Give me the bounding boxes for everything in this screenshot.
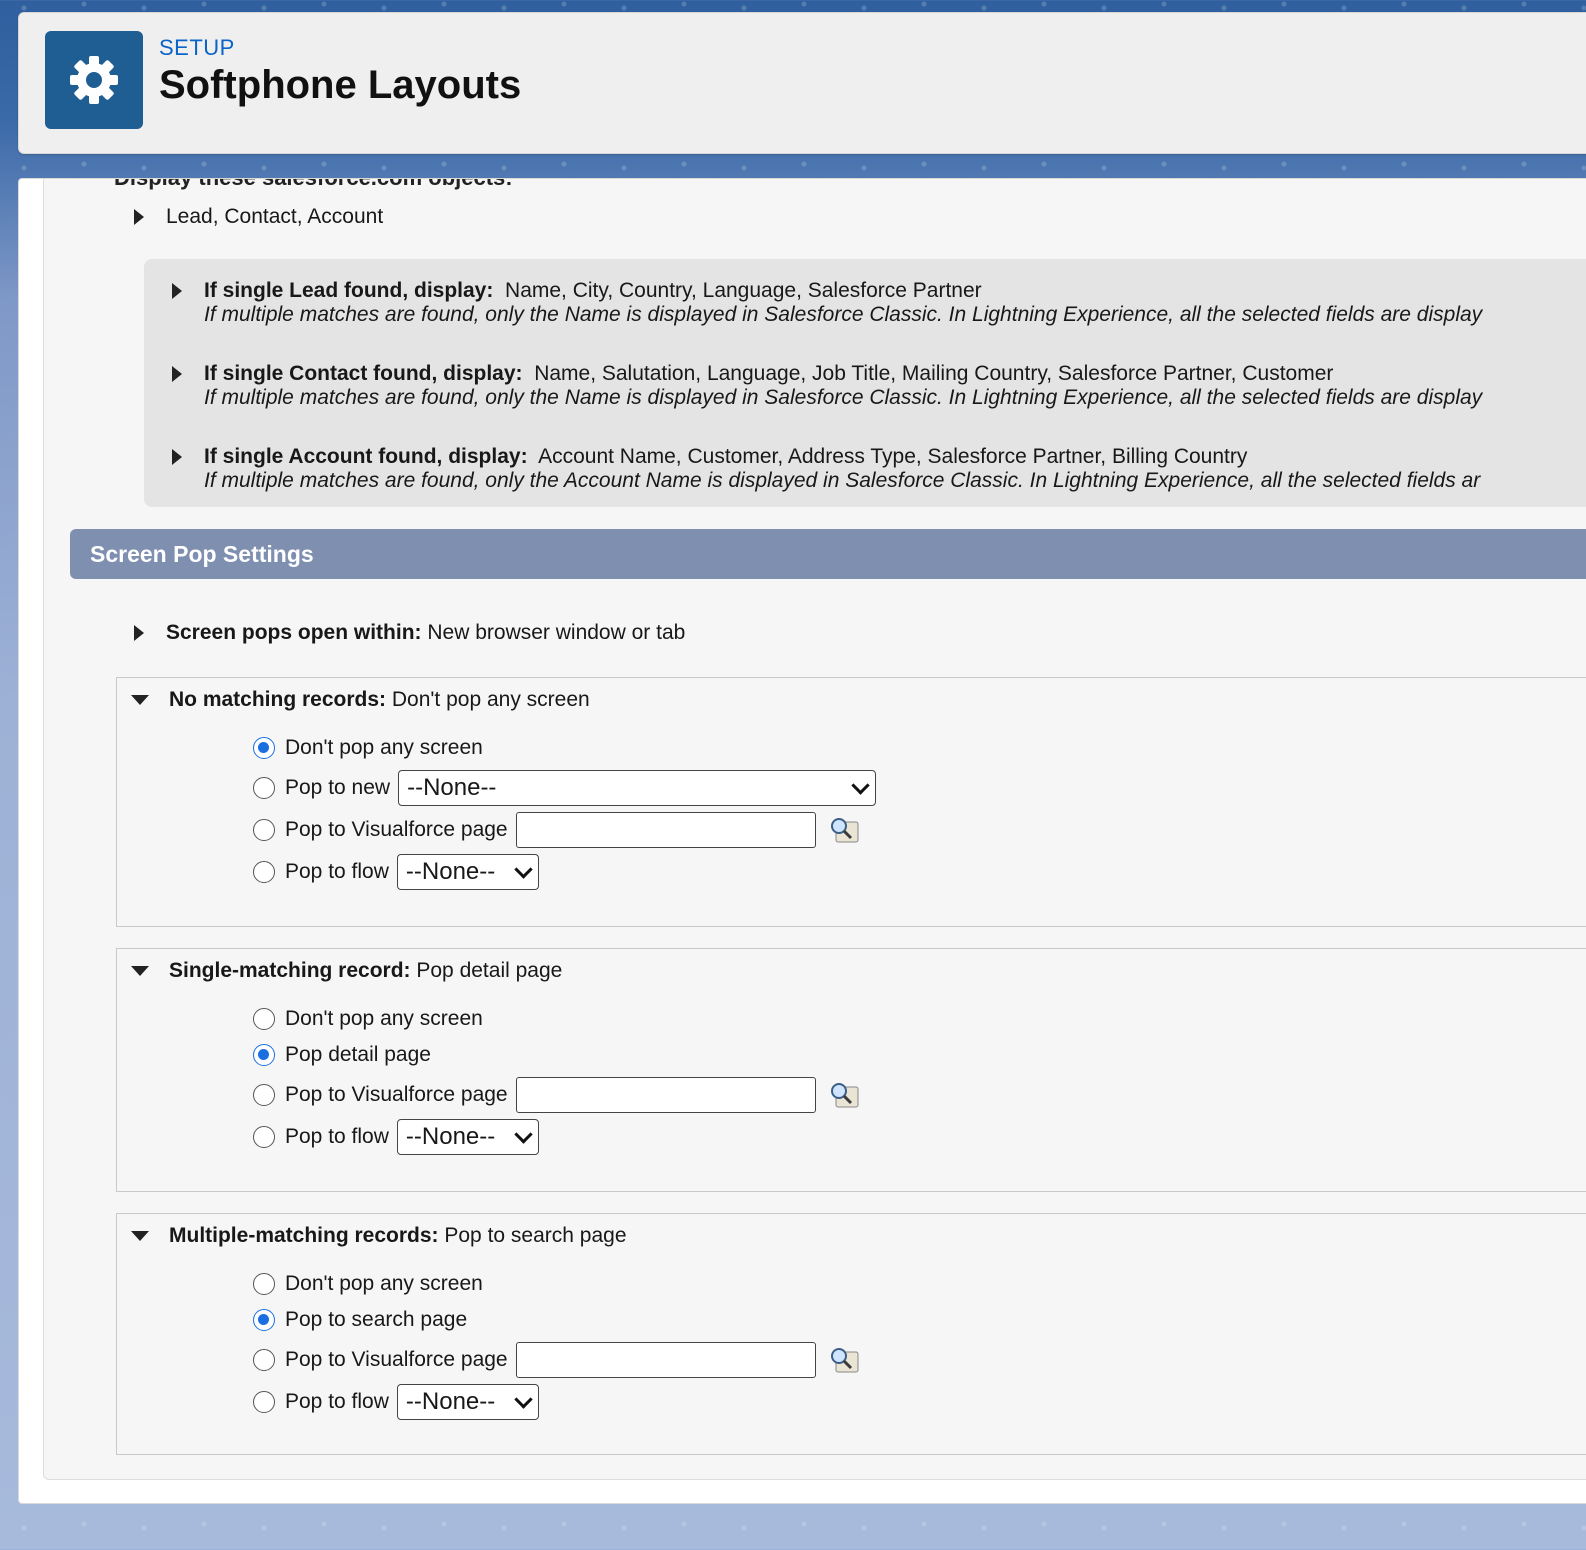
option-pop-to-flow[interactable]: Pop to flow --None-- <box>253 1119 539 1155</box>
screen-pops-open-within-row[interactable]: Screen pops open within: New browser win… <box>134 621 685 645</box>
visualforce-page-input[interactable] <box>515 812 816 848</box>
expand-arrow-icon[interactable] <box>172 366 182 382</box>
radio-pop-to-flow[interactable] <box>253 1391 275 1413</box>
gear-icon <box>45 31 143 129</box>
no-matching-records-box: No matching records: Don't pop any scree… <box>116 677 1586 927</box>
contact-found-fields: Name, Salutation, Language, Job Title, M… <box>534 362 1334 385</box>
pop-to-flow-select[interactable]: --None-- <box>396 1119 539 1155</box>
objects-row[interactable]: Lead, Contact, Account <box>134 205 383 229</box>
radio-pop-to-visualforce[interactable] <box>253 819 275 841</box>
account-found-label: If single Account found, display: <box>204 445 528 468</box>
option-label: Pop to flow <box>285 1125 389 1148</box>
visualforce-page-input[interactable] <box>515 1342 816 1378</box>
select-value: --None-- <box>405 1388 496 1415</box>
screen-pop-settings-header: Screen Pop Settings <box>70 529 1586 579</box>
page-title: Softphone Layouts <box>159 63 522 107</box>
pop-to-flow-select[interactable]: --None-- <box>396 854 539 890</box>
chevron-down-icon <box>514 1124 533 1144</box>
expand-arrow-icon[interactable] <box>172 449 182 465</box>
option-pop-to-flow[interactable]: Pop to flow --None-- <box>253 1384 539 1420</box>
radio-pop-to-search-page[interactable] <box>253 1309 275 1331</box>
chevron-down-icon <box>514 859 533 879</box>
no-matching-value: Don't pop any screen <box>391 688 590 711</box>
radio-pop-to-visualforce[interactable] <box>253 1349 275 1371</box>
chevron-down-icon <box>851 775 870 795</box>
option-pop-to-visualforce[interactable]: Pop to Visualforce page <box>253 1077 859 1113</box>
no-matching-records-heading[interactable]: No matching records: Don't pop any scree… <box>131 688 590 712</box>
option-label: Pop to flow <box>285 1390 389 1413</box>
select-value: --None-- <box>405 858 496 885</box>
lead-found-fields: Name, City, Country, Language, Salesforc… <box>505 279 982 302</box>
radio-pop-to-flow[interactable] <box>253 861 275 883</box>
option-label: Don't pop any screen <box>285 736 483 759</box>
contact-found-label: If single Contact found, display: <box>204 362 523 385</box>
pop-to-new-select[interactable]: --None-- <box>398 770 877 806</box>
display-objects-heading: Display these salesforce.com objects: <box>114 179 513 191</box>
multiple-matching-label: Multiple-matching records: <box>169 1224 439 1247</box>
single-matching-label: Single-matching record: <box>169 959 411 982</box>
collapse-arrow-icon[interactable] <box>131 1231 149 1241</box>
open-within-value: New browser window or tab <box>427 621 686 644</box>
option-pop-detail-page[interactable]: Pop detail page <box>253 1043 431 1067</box>
radio-dont-pop[interactable] <box>253 1008 275 1030</box>
option-label: Pop to Visualforce page <box>285 1083 508 1106</box>
radio-dont-pop[interactable] <box>253 737 275 759</box>
expand-arrow-icon[interactable] <box>134 625 144 641</box>
single-matching-record-box: Single-matching record: Pop detail page … <box>116 948 1586 1192</box>
option-dont-pop[interactable]: Don't pop any screen <box>253 736 483 760</box>
collapse-arrow-icon[interactable] <box>131 695 149 705</box>
option-dont-pop[interactable]: Don't pop any screen <box>253 1007 483 1031</box>
option-pop-to-new[interactable]: Pop to new --None-- <box>253 770 877 806</box>
lookup-icon[interactable] <box>828 816 859 844</box>
account-found-fields: Account Name, Customer, Address Type, Sa… <box>538 445 1248 468</box>
option-label: Pop to Visualforce page <box>285 1348 508 1371</box>
radio-pop-detail-page[interactable] <box>253 1044 275 1066</box>
lead-found-label: If single Lead found, display: <box>204 279 494 302</box>
lookup-icon[interactable] <box>828 1081 859 1109</box>
option-pop-to-visualforce[interactable]: Pop to Visualforce page <box>253 1342 859 1378</box>
breadcrumb-setup[interactable]: SETUP <box>159 35 235 61</box>
open-within-label: Screen pops open within: <box>166 621 422 644</box>
lookup-icon[interactable] <box>828 1346 859 1374</box>
pop-to-flow-select[interactable]: --None-- <box>396 1384 539 1420</box>
no-matching-label: No matching records: <box>169 688 387 711</box>
select-value: --None-- <box>407 774 497 801</box>
single-matching-record-heading[interactable]: Single-matching record: Pop detail page <box>131 959 562 983</box>
option-label: Don't pop any screen <box>285 1007 483 1030</box>
account-found-note: If multiple matches are found, only the … <box>204 469 1481 492</box>
select-value: --None-- <box>405 1123 496 1150</box>
option-pop-to-flow[interactable]: Pop to flow --None-- <box>253 854 539 890</box>
contact-found-note: If multiple matches are found, only the … <box>204 386 1483 409</box>
multiple-matching-value: Pop to search page <box>444 1224 627 1247</box>
single-matching-value: Pop detail page <box>416 959 563 982</box>
lead-found-note: If multiple matches are found, only the … <box>204 303 1483 326</box>
objects-label: Lead, Contact, Account <box>166 205 384 228</box>
softphone-layout-panel: Display these salesforce.com objects: Le… <box>43 179 1586 1480</box>
radio-pop-to-flow[interactable] <box>253 1126 275 1148</box>
radio-pop-to-new[interactable] <box>253 777 275 799</box>
option-label: Pop to search page <box>285 1308 468 1331</box>
collapse-arrow-icon[interactable] <box>131 966 149 976</box>
page-header: SETUP Softphone Layouts <box>18 12 1586 154</box>
radio-dont-pop[interactable] <box>253 1273 275 1295</box>
option-label: Pop to flow <box>285 860 389 883</box>
option-dont-pop[interactable]: Don't pop any screen <box>253 1272 483 1296</box>
visualforce-page-input[interactable] <box>515 1077 816 1113</box>
found-settings-box: If single Lead found, display: Name, Cit… <box>144 259 1586 507</box>
expand-arrow-icon[interactable] <box>134 209 144 225</box>
option-label: Pop to new <box>285 776 391 799</box>
content-card: Display these salesforce.com objects: Le… <box>18 178 1586 1504</box>
option-label: Don't pop any screen <box>285 1272 483 1295</box>
multiple-matching-records-box: Multiple-matching records: Pop to search… <box>116 1213 1586 1455</box>
option-pop-to-visualforce[interactable]: Pop to Visualforce page <box>253 812 859 848</box>
radio-pop-to-visualforce[interactable] <box>253 1084 275 1106</box>
expand-arrow-icon[interactable] <box>172 283 182 299</box>
option-label: Pop to Visualforce page <box>285 818 508 841</box>
chevron-down-icon <box>514 1389 533 1409</box>
option-label: Pop detail page <box>285 1043 431 1066</box>
option-pop-to-search-page[interactable]: Pop to search page <box>253 1308 467 1332</box>
multiple-matching-records-heading[interactable]: Multiple-matching records: Pop to search… <box>131 1224 627 1248</box>
